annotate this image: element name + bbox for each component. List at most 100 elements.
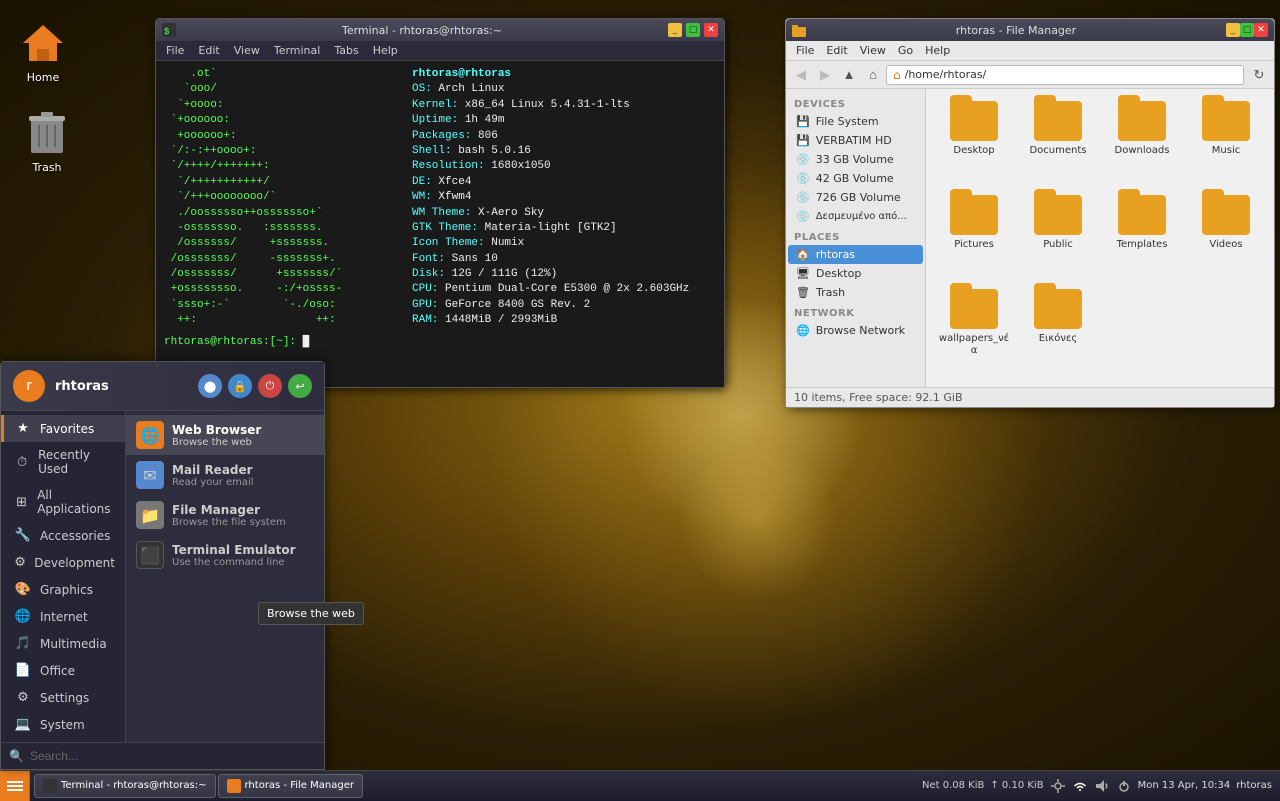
folder-documents[interactable]: Documents xyxy=(1018,97,1098,187)
fm-sidebar-rhtoras[interactable]: 🏠 rhtoras xyxy=(788,245,923,264)
menu-logout-button[interactable]: ↩ xyxy=(288,374,312,398)
menu-cat-settings[interactable]: ⚙ Settings xyxy=(1,684,125,711)
filemanager-info: File Manager Browse the file system xyxy=(172,503,314,528)
terminal-menu-file[interactable]: File xyxy=(160,42,190,59)
filemanager-menu-icon: 📁 xyxy=(136,501,164,529)
settings-icon: ⚙ xyxy=(14,690,32,705)
taskbar-item-terminal[interactable]: Terminal - rhtoras@rhtoras:~ xyxy=(34,774,216,798)
tray-net: Net 0.08 KiB xyxy=(922,780,984,791)
menu-cat-office[interactable]: 📄 Office xyxy=(1,657,125,684)
terminal-minimize-button[interactable]: _ xyxy=(668,23,682,37)
disk42-label: 42 GB Volume xyxy=(816,172,894,185)
fm-sidebar-42gb[interactable]: 💿 42 GB Volume xyxy=(788,169,923,188)
menu-cat-accessories[interactable]: 🔧 Accessories xyxy=(1,522,125,549)
menu-cat-accessories-label: Accessories xyxy=(40,529,110,543)
fm-sidebar-reserved[interactable]: 💿 Δεσμευμένο από... xyxy=(788,207,923,226)
menu-app-mailreader[interactable]: ✉ Mail Reader Read your email xyxy=(126,455,324,495)
folder-downloads[interactable]: Downloads xyxy=(1102,97,1182,187)
filemanager-toolbar: ◀ ▶ ▲ ⌂ ⌂ /home/rhtoras/ ↻ xyxy=(786,61,1274,89)
filesystem-label: File System xyxy=(816,115,879,128)
taskbar-terminal-label: Terminal - rhtoras@rhtoras:~ xyxy=(61,780,207,791)
fm-menu-file[interactable]: File xyxy=(790,42,820,59)
taskbar-item-filemanager[interactable]: rhtoras - File Manager xyxy=(218,774,363,798)
fm-home-button[interactable]: ⌂ xyxy=(862,64,884,86)
desktop-icon-trash[interactable]: Trash xyxy=(12,105,82,178)
app-menu: r rhtoras ⬤ 🔒 ⏻ ↩ ★ Favorites ⏱ Recently… xyxy=(0,361,325,770)
menu-cat-all[interactable]: ⊞ All Applications xyxy=(1,482,125,522)
fm-devices-header: DEVICES xyxy=(786,93,925,112)
terminal-menu-help[interactable]: Help xyxy=(367,42,404,59)
menu-cat-development[interactable]: ⚙ Development xyxy=(1,549,125,576)
menu-cat-internet[interactable]: 🌐 Internet xyxy=(1,603,125,630)
menu-search-input[interactable] xyxy=(30,749,316,763)
tray-settings-icon[interactable] xyxy=(1050,778,1066,794)
fm-menu-view[interactable]: View xyxy=(854,42,892,59)
folder-eikones[interactable]: Εικόνες xyxy=(1018,285,1098,375)
filemanager-close-button[interactable]: ✕ xyxy=(1254,23,1268,37)
fm-back-button[interactable]: ◀ xyxy=(790,64,812,86)
folder-public[interactable]: Public xyxy=(1018,191,1098,281)
folder-desktop[interactable]: Desktop xyxy=(934,97,1014,187)
rhtoras-place-label: rhtoras xyxy=(816,248,855,261)
fm-menu-edit[interactable]: Edit xyxy=(820,42,853,59)
fm-sidebar-726gb[interactable]: 💿 726 GB Volume xyxy=(788,188,923,207)
menu-cat-internet-label: Internet xyxy=(40,610,88,624)
menu-power-button[interactable]: ⏻ xyxy=(258,374,282,398)
menu-app-filemanager[interactable]: 📁 File Manager Browse the file system xyxy=(126,495,324,535)
terminal-maximize-button[interactable]: □ xyxy=(686,23,700,37)
menu-cat-favorites[interactable]: ★ Favorites xyxy=(1,415,125,442)
disk42-icon: 💿 xyxy=(796,172,810,185)
terminal-info: Terminal Emulator Use the command line xyxy=(172,543,314,568)
folder-music[interactable]: Music xyxy=(1186,97,1266,187)
menu-app-webbrowser[interactable]: 🌐 Web Browser Browse the web xyxy=(126,415,324,455)
menu-lock-button[interactable]: 🔒 xyxy=(228,374,252,398)
folder-videos-label: Videos xyxy=(1209,239,1242,251)
desktop-icon-home[interactable]: Home xyxy=(8,15,78,88)
terminal-body[interactable]: .ot` `ooo/ `+oooo: `+oooooo: +oooooo+: `… xyxy=(156,61,724,387)
tray-power-icon[interactable] xyxy=(1116,778,1132,794)
fm-sidebar-trash[interactable]: 🗑 Trash xyxy=(788,283,923,302)
disk33-icon: 💿 xyxy=(796,153,810,166)
menu-cat-multimedia[interactable]: 🎵 Multimedia xyxy=(1,630,125,657)
filemanager-minimize-button[interactable]: _ xyxy=(1226,23,1240,37)
disk726-icon: 💿 xyxy=(796,191,810,204)
taskbar-menu-button[interactable] xyxy=(0,771,30,801)
filemanager-maximize-button[interactable]: □ xyxy=(1240,23,1254,37)
fm-refresh-button[interactable]: ↻ xyxy=(1248,64,1270,86)
taskbar-tray: Net 0.08 KiB ↑ 0.10 KiB Mon 13 Apr, 10:3… xyxy=(914,778,1280,794)
terminal-menu-terminal[interactable]: Terminal xyxy=(268,42,327,59)
menu-cat-graphics[interactable]: 🎨 Graphics xyxy=(1,576,125,603)
fm-up-button[interactable]: ▲ xyxy=(838,64,860,86)
menu-screen-button[interactable]: ⬤ xyxy=(198,374,222,398)
all-apps-icon: ⊞ xyxy=(14,495,29,510)
filemanager-statusbar: 10 items, Free space: 92.1 GiB xyxy=(786,387,1274,407)
fm-forward-button[interactable]: ▶ xyxy=(814,64,836,86)
folder-templates[interactable]: Templates xyxy=(1102,191,1182,281)
filemanager-menu-desc: Browse the file system xyxy=(172,517,314,528)
folder-videos[interactable]: Videos xyxy=(1186,191,1266,281)
tray-wifi-icon[interactable] xyxy=(1072,778,1088,794)
fm-sidebar-verbatim[interactable]: 💾 VERBATIM HD xyxy=(788,131,923,150)
folder-wallpapers[interactable]: wallpapers_νέα xyxy=(934,285,1014,375)
fm-sidebar-desktop[interactable]: 🖥 Desktop xyxy=(788,264,923,283)
folder-pictures[interactable]: Pictures xyxy=(934,191,1014,281)
fm-menu-go[interactable]: Go xyxy=(892,42,919,59)
fm-sidebar-filesystem[interactable]: 💾 File System xyxy=(788,112,923,131)
svg-text:$: $ xyxy=(164,27,170,37)
terminal-menu-edit[interactable]: Edit xyxy=(192,42,225,59)
terminal-close-button[interactable]: ✕ xyxy=(704,23,718,37)
filemanager-menu-bar: File Edit View Go Help xyxy=(786,41,1274,61)
menu-app-terminal[interactable]: ⬛ Terminal Emulator Use the command line xyxy=(126,535,324,575)
folder-pictures-icon xyxy=(950,195,998,235)
fm-menu-help[interactable]: Help xyxy=(919,42,956,59)
fm-sidebar-browse-network[interactable]: 🌐 Browse Network xyxy=(788,321,923,340)
tray-volume-icon[interactable] xyxy=(1094,778,1110,794)
fm-sidebar-33gb[interactable]: 💿 33 GB Volume xyxy=(788,150,923,169)
menu-cat-recently[interactable]: ⏱ Recently Used xyxy=(1,442,125,482)
menu-cat-system[interactable]: 💻 System xyxy=(1,711,125,738)
terminal-menu-tabs[interactable]: Tabs xyxy=(328,42,364,59)
folder-desktop-icon xyxy=(950,101,998,141)
internet-icon: 🌐 xyxy=(14,609,32,624)
terminal-menu-view[interactable]: View xyxy=(228,42,266,59)
menu-cat-favorites-label: Favorites xyxy=(40,422,94,436)
